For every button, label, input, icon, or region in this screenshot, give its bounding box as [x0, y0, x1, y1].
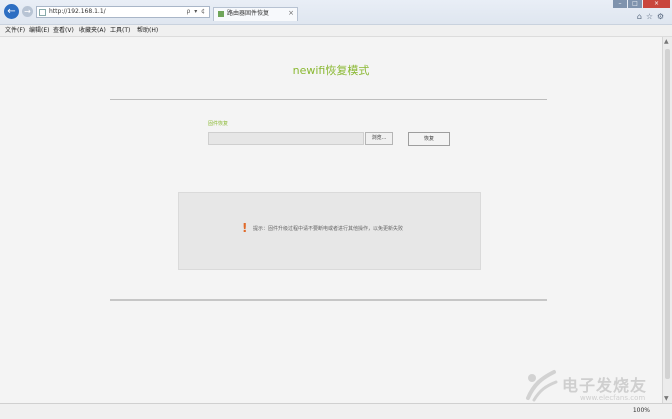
menu-edit[interactable]: 编辑(E)	[29, 25, 49, 36]
menu-help[interactable]: 帮助(H)	[137, 25, 158, 36]
close-window-button[interactable]: ×	[643, 0, 670, 8]
forward-button[interactable]: →	[22, 6, 33, 17]
gear-icon[interactable]: ⚙	[657, 12, 664, 21]
elecfans-logo-icon	[526, 370, 558, 402]
favorites-star-icon[interactable]: ☆	[646, 12, 653, 21]
menu-view[interactable]: 查看(V)	[53, 25, 74, 36]
tab-close-icon[interactable]: ×	[288, 8, 294, 18]
bottom-divider	[110, 299, 547, 301]
minimize-button[interactable]: –	[613, 0, 627, 8]
top-divider	[110, 99, 547, 100]
firmware-restore-label: 固件恢复	[208, 121, 229, 127]
menu-file[interactable]: 文件(F)	[5, 25, 25, 36]
page-title: newifi恢复模式	[292, 64, 370, 77]
menu-favorites[interactable]: 收藏夹(A)	[79, 25, 106, 36]
scroll-up-icon[interactable]: ▲	[664, 38, 669, 45]
watermark: 电子发烧友 www.elecfans.com	[520, 364, 668, 412]
watermark-name: 电子发烧友	[562, 376, 648, 395]
tab-favicon-icon	[218, 11, 224, 17]
watermark-url: www.elecfans.com	[580, 394, 646, 402]
arrow-left-icon: ←	[7, 6, 16, 17]
arrow-right-icon: →	[24, 7, 31, 16]
notice-box: ! 提示：固件升级过程中请不要断电或者进行其他操作，以免更新失败	[178, 192, 481, 270]
tab-firmware-restore[interactable]: 路由器固件恢复 ×	[213, 7, 298, 21]
firmware-file-input[interactable]	[208, 132, 364, 145]
restore-button[interactable]: 恢复	[408, 132, 450, 146]
browser-chrome: ← → http://192.168.1.1/ ρ ▾ ¢ 路由器固件恢复 × …	[0, 0, 672, 25]
warning-icon: !	[242, 221, 248, 235]
maximize-button[interactable]: □	[628, 0, 642, 8]
back-button[interactable]: ←	[4, 4, 19, 19]
address-controls[interactable]: ρ ▾ ¢	[187, 7, 206, 17]
notice-text: 提示：固件升级过程中请不要断电或者进行其他操作，以免更新失败	[253, 226, 404, 232]
home-icon[interactable]: ⌂	[637, 12, 642, 21]
address-bar[interactable]: http://192.168.1.1/ ρ ▾ ¢	[36, 6, 210, 18]
scrollbar-thumb[interactable]	[665, 49, 670, 379]
browse-button[interactable]: 浏览...	[365, 132, 393, 145]
vertical-scrollbar[interactable]: ▲ ▼	[662, 37, 672, 403]
tab-title: 路由器固件恢复	[227, 10, 270, 17]
page-content: newifi恢复模式 固件恢复 浏览... 恢复 ! 提示：固件升级过程中请不要…	[0, 37, 662, 403]
menu-tools[interactable]: 工具(T)	[110, 25, 130, 36]
address-url: http://192.168.1.1/	[49, 8, 106, 15]
page-icon	[39, 9, 46, 16]
menu-bar: 文件(F) 编辑(E) 查看(V) 收藏夹(A) 工具(T) 帮助(H)	[0, 25, 672, 37]
